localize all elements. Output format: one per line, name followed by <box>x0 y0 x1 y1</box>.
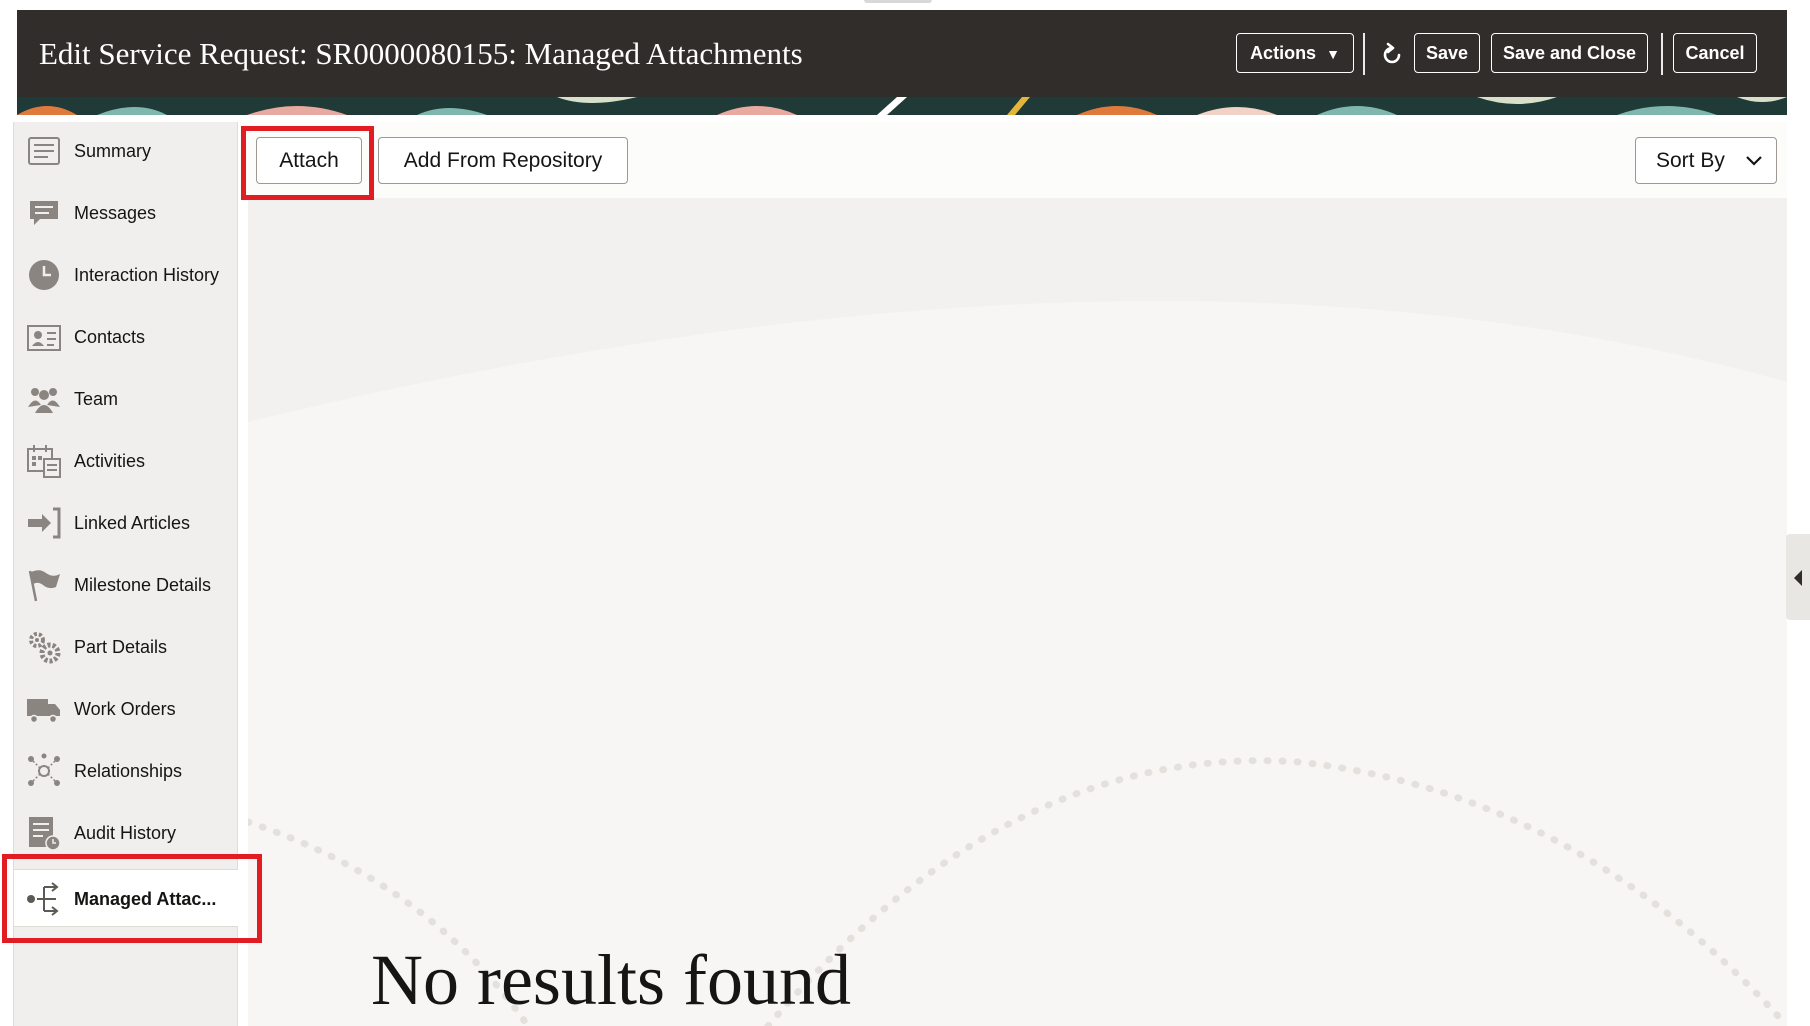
sidebar-item-label: Contacts <box>74 327 146 347</box>
caret-down-icon: ▼ <box>1326 46 1340 62</box>
sidebar-item-milestone-details[interactable]: Milestone Details <box>14 556 238 614</box>
sort-by-button[interactable]: Sort By <box>1635 137 1777 184</box>
team-icon <box>28 388 60 413</box>
refresh-icon[interactable] <box>1377 40 1407 70</box>
background-decoration <box>248 122 1787 1026</box>
sidebar-item-label: Messages <box>74 203 157 223</box>
relationships-icon <box>28 753 60 786</box>
sidebar-item-label: Work Orders <box>74 699 176 719</box>
top-drag-handle <box>864 0 932 3</box>
left-navigation: Summary Messages Interaction History Con… <box>13 122 238 1026</box>
page-title: Edit Service Request: SR0000080155: Mana… <box>39 36 803 71</box>
cancel-button[interactable]: Cancel <box>1673 33 1757 73</box>
actions-label: Actions <box>1250 43 1317 63</box>
chevron-down-icon <box>1746 156 1762 166</box>
collapse-panel-tab[interactable] <box>1786 534 1810 620</box>
sidebar-item-label: Part Details <box>74 637 168 657</box>
save-button[interactable]: Save <box>1414 33 1480 73</box>
no-results-message: No results found <box>371 940 851 1020</box>
sidebar-item-part-details[interactable]: Part Details <box>14 618 238 676</box>
actions-button[interactable]: Actions ▼ <box>1236 33 1354 73</box>
calendar-icon <box>27 445 61 478</box>
audit-history-icon <box>29 817 61 851</box>
sidebar-item-messages[interactable]: Messages <box>14 184 238 242</box>
managed-attachments-icon <box>27 882 59 916</box>
sidebar-item-team[interactable]: Team <box>14 370 238 428</box>
decorative-banner <box>17 97 1787 115</box>
sidebar-item-label: Audit History <box>74 823 177 843</box>
sidebar-item-summary[interactable]: Summary <box>14 122 238 180</box>
flag-icon <box>28 570 60 602</box>
sidebar-item-audit-history[interactable]: Audit History <box>14 804 238 862</box>
linked-article-icon <box>28 507 61 539</box>
clock-icon <box>29 260 59 290</box>
messages-icon <box>30 201 58 225</box>
gears-icon <box>29 632 61 664</box>
triangle-left-icon <box>1794 570 1802 586</box>
sidebar-item-managed-attachments[interactable]: Managed Attac... <box>14 869 238 927</box>
add-from-repository-button[interactable]: Add From Repository <box>378 137 628 184</box>
page-header: Edit Service Request: SR0000080155: Mana… <box>17 10 1787 97</box>
contact-card-icon <box>27 325 61 351</box>
sidebar-item-work-orders[interactable]: Work Orders <box>14 680 238 738</box>
sidebar-item-label: Relationships <box>74 761 183 781</box>
sidebar-item-activities[interactable]: Activities <box>14 432 238 490</box>
header-divider <box>1363 33 1365 75</box>
sidebar-item-label: Managed Attac... <box>74 889 217 909</box>
truck-icon <box>27 699 60 724</box>
attachments-content-area <box>248 122 1787 1026</box>
sidebar-item-label: Linked Articles <box>74 513 191 533</box>
sidebar-item-label: Activities <box>74 451 146 471</box>
header-divider <box>1661 33 1663 75</box>
sidebar-item-interaction-history[interactable]: Interaction History <box>14 246 238 304</box>
sidebar-item-label: Summary <box>74 141 152 161</box>
save-and-close-button[interactable]: Save and Close <box>1491 33 1648 73</box>
summary-list-icon <box>28 137 60 165</box>
sidebar-item-label: Team <box>74 389 119 409</box>
sidebar-item-label: Milestone Details <box>74 575 212 595</box>
sidebar-item-label: Interaction History <box>74 265 220 285</box>
sidebar-item-relationships[interactable]: Relationships <box>14 742 238 800</box>
sort-by-label: Sort By <box>1656 149 1725 172</box>
sidebar-item-contacts[interactable]: Contacts <box>14 308 238 366</box>
sidebar-item-linked-articles[interactable]: Linked Articles <box>14 494 238 552</box>
attach-button[interactable]: Attach <box>256 137 362 184</box>
